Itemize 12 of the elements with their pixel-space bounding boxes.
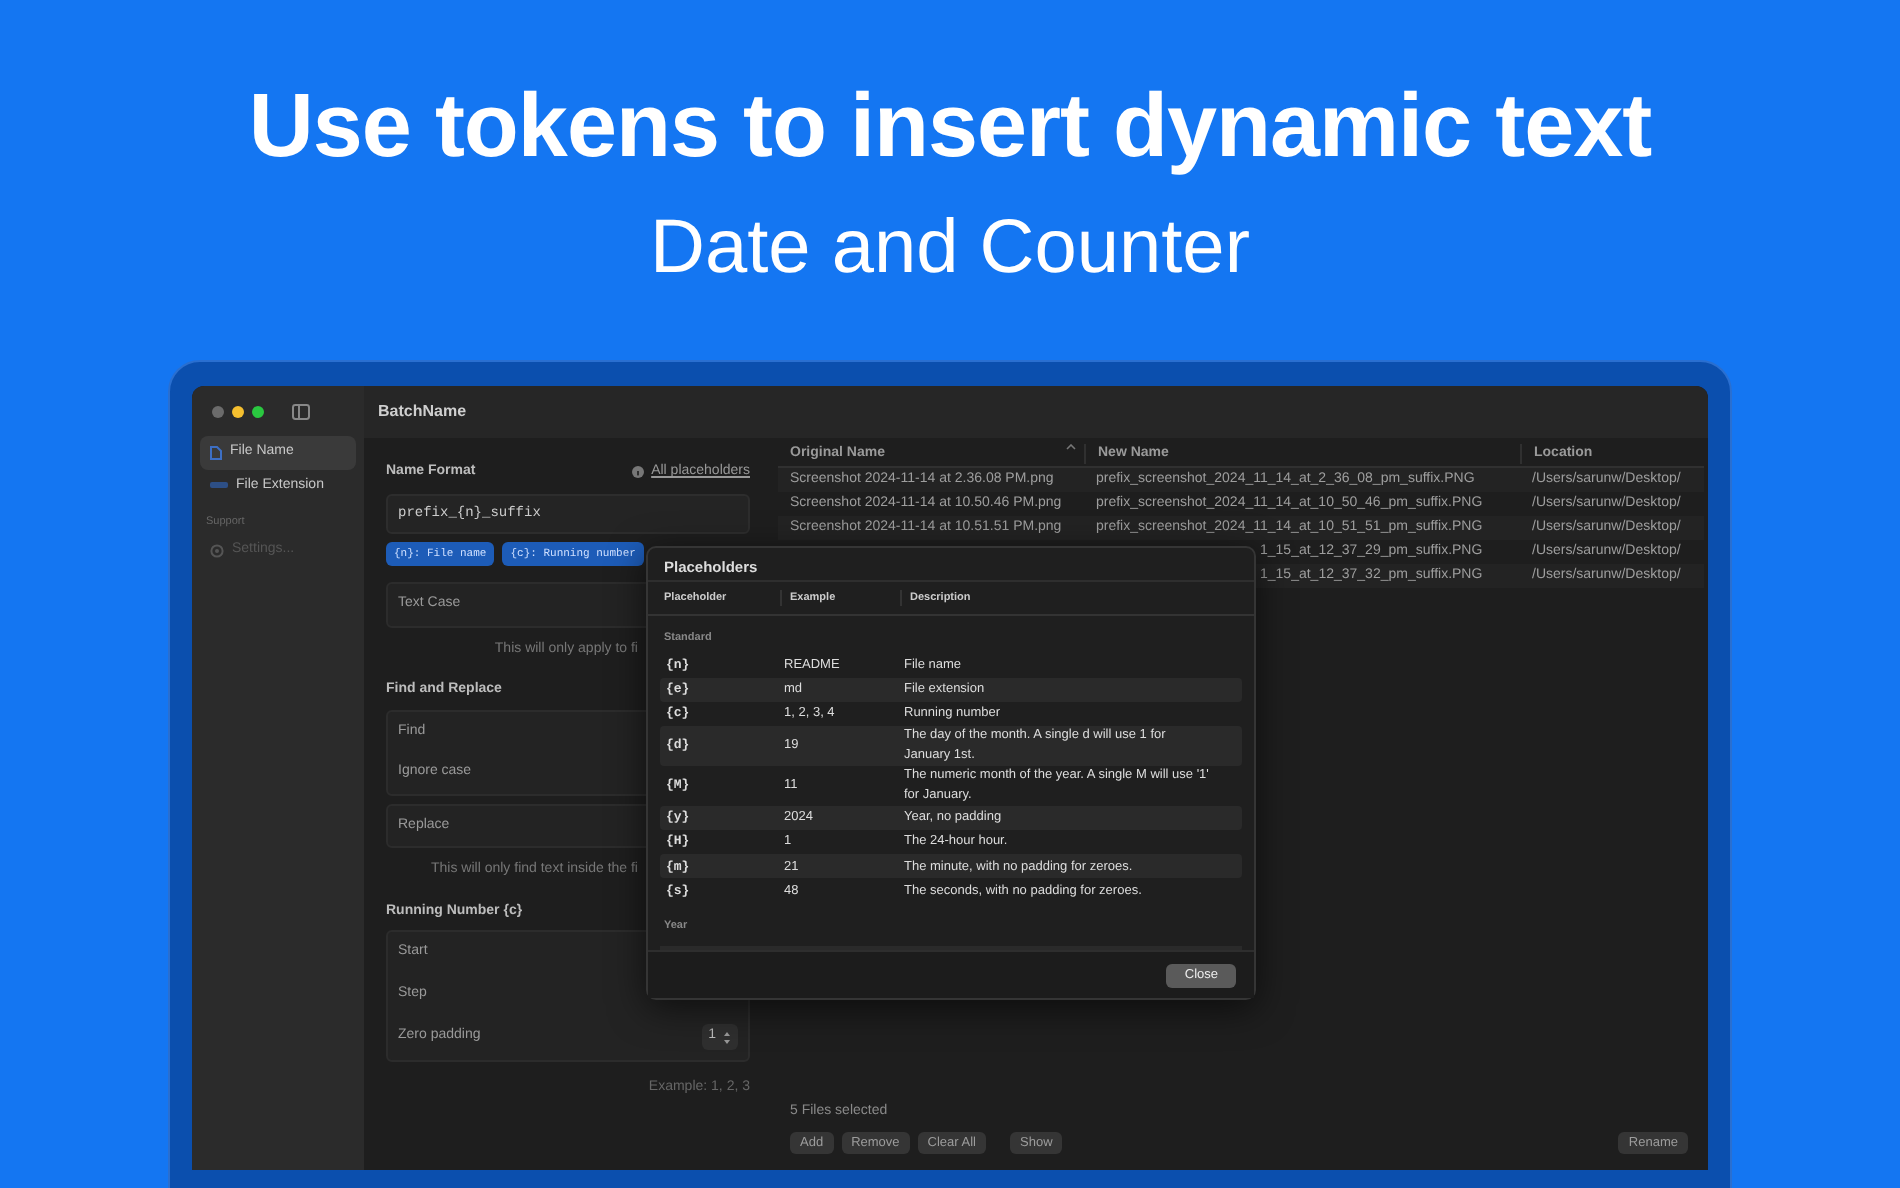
headline: Use tokens to insert dynamic text <box>246 72 1654 170</box>
sidebar-toggle-icon <box>292 404 310 420</box>
zoom-button[interactable] <box>252 406 264 418</box>
subheadline: Date and Counter <box>648 210 1252 286</box>
close-button[interactable] <box>212 406 224 418</box>
minimize-button[interactable] <box>232 406 244 418</box>
stepper-arrows-icon <box>722 1029 732 1045</box>
window-title: BatchName <box>364 386 1708 438</box>
sort-caret-icon <box>1066 443 1076 450</box>
info-icon <box>631 466 644 479</box>
gear-icon <box>210 544 224 558</box>
document-icon <box>210 445 222 460</box>
